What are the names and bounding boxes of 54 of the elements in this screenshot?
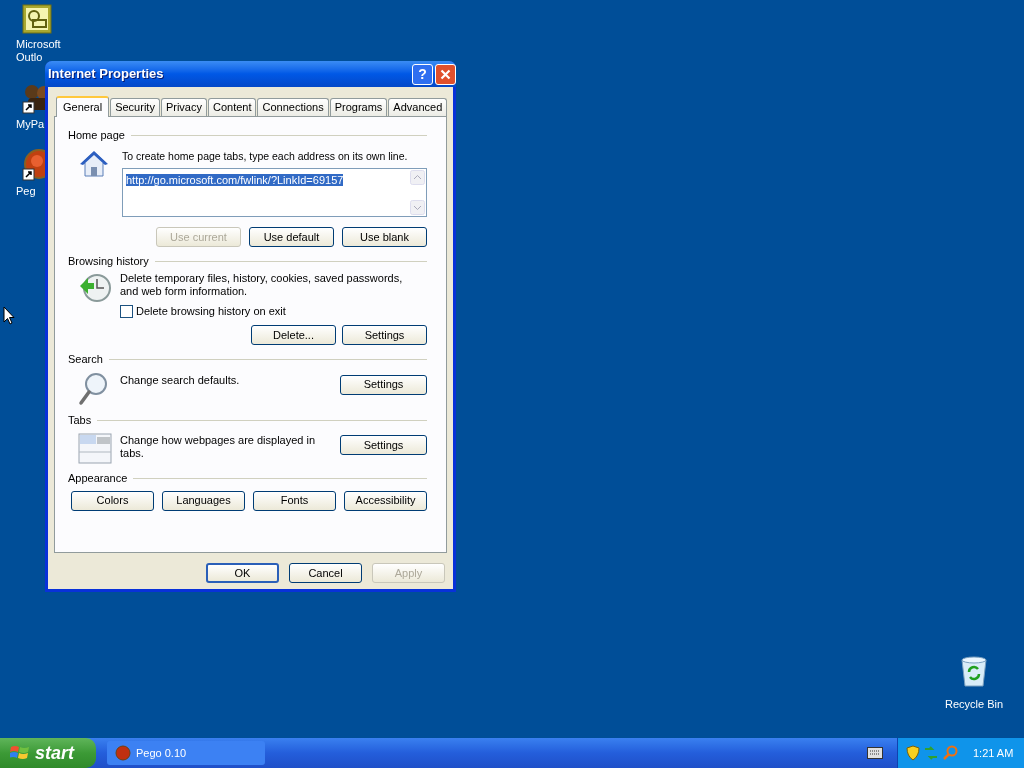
keyboard-icon [867, 747, 883, 759]
description-text: Change how webpages are displayed in tabs. [120, 434, 317, 461]
group-title: Search [68, 352, 103, 368]
magnifier-icon [78, 371, 108, 406]
shield-icon [906, 745, 920, 761]
taskbar-task[interactable]: Pego 0.10 [107, 741, 265, 765]
checkbox-label: Delete browsing history on exit [136, 303, 286, 319]
tab[interactable]: Advanced [388, 98, 448, 116]
desktop-icon-label[interactable]: Recycle Bin [944, 696, 1004, 713]
url-field[interactable]: http://go.microsoft.com/fwlink/?LinkId=69157 [122, 168, 427, 218]
tab[interactable]: Programs [329, 98, 388, 116]
tab[interactable]: Security [110, 98, 160, 116]
network-arrows-icon [923, 745, 939, 761]
group-title: Browsing history [68, 254, 149, 270]
dialog-button[interactable]: Colors [71, 490, 154, 511]
close-button[interactable] [435, 63, 456, 85]
dialog-button[interactable]: Languages [162, 490, 245, 511]
tab[interactable]: Connections [257, 98, 329, 116]
dialog-button[interactable]: Delete... [251, 325, 336, 346]
magnifier-icon [942, 745, 958, 761]
dialog-button[interactable]: Cancel [289, 563, 362, 583]
dialog-button[interactable]: OK [206, 563, 279, 583]
start-button[interactable]: start [0, 738, 96, 768]
ball-icon [115, 745, 131, 761]
group-title: Home page [68, 128, 125, 143]
tab[interactable]: General [56, 96, 110, 117]
checkbox[interactable] [120, 304, 133, 318]
dialog-button[interactable]: Settings [340, 435, 427, 456]
recycle-bin-icon [959, 656, 989, 688]
dialog-button[interactable]: Fonts [253, 490, 336, 511]
cursor-icon [3, 306, 15, 326]
clock-arrow-icon [78, 271, 112, 304]
tab[interactable]: Privacy [160, 98, 207, 116]
tabbed-window-icon [78, 432, 112, 465]
scroll-up-icon [410, 170, 425, 186]
dialog-button[interactable]: Accessibility [344, 490, 427, 511]
dialog-button[interactable]: Use default [249, 227, 334, 248]
calendar-envelope-icon [22, 4, 52, 34]
window-title: Internet Properties [48, 65, 165, 84]
scroll-down-icon [410, 200, 425, 216]
clock-text: 1:21 AM [973, 745, 1014, 761]
description-text: To create home page tabs, type each address on its own line. [122, 148, 409, 164]
dialog-button[interactable]: Use blank [342, 227, 427, 248]
dialog-button[interactable]: Settings [342, 325, 427, 346]
dialog-button[interactable]: Settings [340, 374, 427, 395]
windows-flag-icon [10, 744, 30, 762]
help-button[interactable]: ? [412, 63, 433, 85]
group-title: Tabs [68, 412, 92, 428]
tab[interactable]: Content [207, 98, 257, 116]
description-text: Change search defaults. [120, 373, 241, 387]
group-title: Appearance [68, 471, 128, 487]
close-icon [440, 68, 451, 80]
desktop-icon-label[interactable]: Microsoft Outlo [16, 38, 76, 64]
description-text: Delete temporary files, history, cookies, saved passwords, and web form information. [120, 271, 404, 298]
